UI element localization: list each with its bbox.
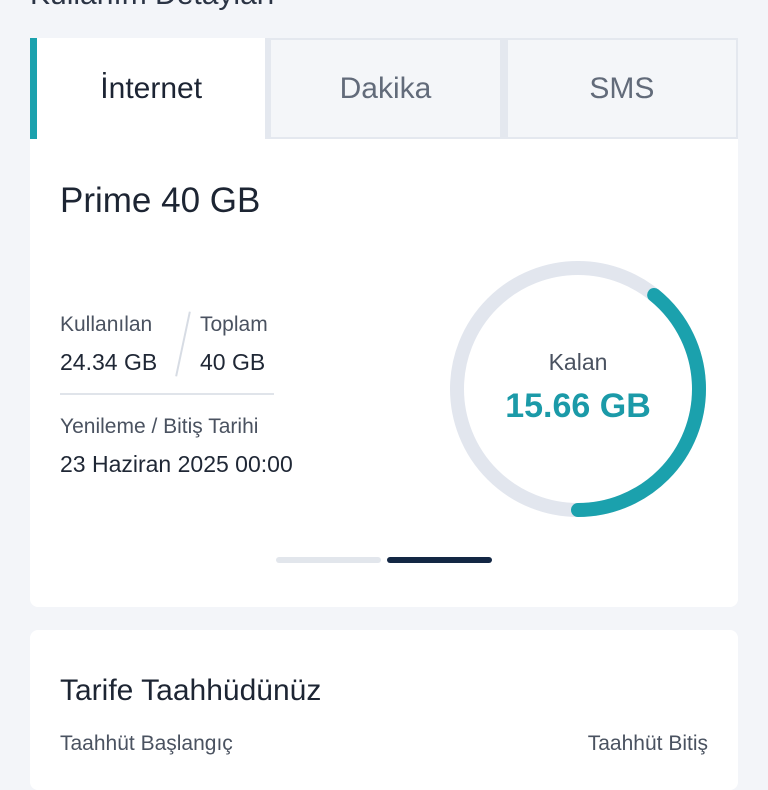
remaining-value: 15.66 GB xyxy=(505,387,651,425)
commitment-end-label: Taahhüt Bitiş xyxy=(587,732,708,755)
divider-line xyxy=(60,393,274,395)
renewal-value: 23 Haziran 2025 00:00 xyxy=(60,451,293,477)
commitment-start-label: Taahhüt Başlangıç xyxy=(60,732,233,755)
plan-name: Prime 40 GB xyxy=(60,181,261,220)
commitment-card: Tarife Taahhüdünüz Taahhüt Başlangıç Taa… xyxy=(30,630,738,790)
divider-slash xyxy=(175,311,191,377)
tab-sms[interactable]: SMS xyxy=(505,38,738,139)
renewal-label: Yenileme / Bitiş Tarihi xyxy=(60,415,259,438)
total-label: Toplam xyxy=(200,313,268,336)
carousel-pagination xyxy=(276,557,492,563)
remaining-label: Kalan xyxy=(548,349,608,375)
tab-internet[interactable]: İnternet xyxy=(30,38,266,139)
used-value: 24.34 GB xyxy=(60,349,158,375)
usage-tabs: İnternet Dakika SMS xyxy=(30,38,738,139)
usage-card: Prime 40 GB Kullanılan 24.34 GB Toplam 4… xyxy=(30,139,738,607)
used-label: Kullanılan xyxy=(60,313,153,336)
commitment-title: Tarife Taahhüdünüz xyxy=(60,674,322,707)
tab-dakika[interactable]: Dakika xyxy=(269,38,502,139)
pagination-dot-2[interactable] xyxy=(387,557,492,563)
total-value: 40 GB xyxy=(200,349,266,375)
pagination-dot-1[interactable] xyxy=(276,557,381,563)
page-title: Kullanım Detayları xyxy=(30,0,275,12)
